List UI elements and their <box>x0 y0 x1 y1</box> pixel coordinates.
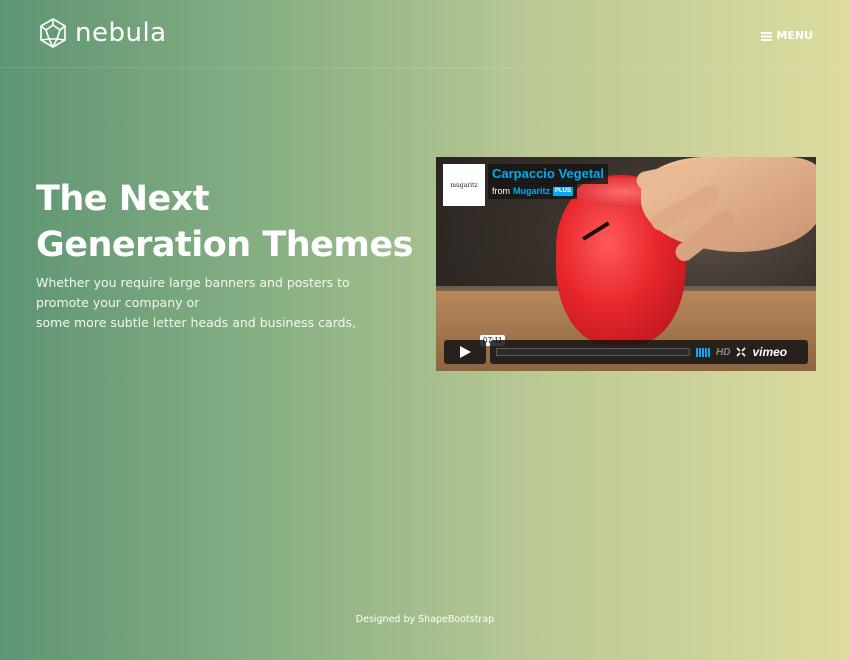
vimeo-logo[interactable]: vimeo <box>752 345 787 359</box>
fullscreen-icon[interactable] <box>736 347 747 357</box>
video-byline: from Mugaritz PLUS <box>488 183 578 199</box>
brand-name: nebula <box>75 18 167 48</box>
hero-description-line-1: Whether you require large banners and po… <box>36 275 350 310</box>
volume-icon[interactable] <box>696 347 710 357</box>
hd-toggle[interactable]: HD <box>716 347 730 358</box>
hamburger-icon <box>761 26 773 45</box>
progress-bar[interactable] <box>496 348 690 356</box>
hero-description-line-2: some more subtle letter heads and busine… <box>36 315 357 330</box>
video-title[interactable]: Carpaccio Vegetal <box>488 164 608 184</box>
channel-thumbnail-label: mugaritz <box>450 181 478 189</box>
video-owner-link[interactable]: Mugaritz <box>513 185 550 197</box>
top-navbar: nebula MENU <box>0 0 850 68</box>
hero-title: The Next Generation Themes <box>36 176 416 268</box>
from-label: from <box>492 186 510 196</box>
video-player[interactable]: mugaritz Carpaccio Vegetal from Mugaritz… <box>436 157 816 371</box>
play-button[interactable] <box>444 340 486 364</box>
hero-description: Whether you require large banners and po… <box>36 273 406 333</box>
plus-badge: PLUS <box>553 186 574 196</box>
logo[interactable]: nebula <box>37 16 167 50</box>
menu-label: MENU <box>776 29 813 42</box>
hero-title-line-1: The Next <box>36 179 210 219</box>
hero-title-line-2: Generation Themes <box>36 225 413 265</box>
channel-thumbnail[interactable]: mugaritz <box>443 164 485 206</box>
video-control-bar: HD vimeo <box>490 340 808 364</box>
footer-credit: Designed by ShapeBootstrap <box>355 614 495 625</box>
menu-button[interactable]: MENU <box>761 26 813 45</box>
video-controls: HD vimeo <box>444 340 808 364</box>
geodesic-sphere-icon <box>37 17 69 49</box>
play-icon <box>459 343 471 362</box>
